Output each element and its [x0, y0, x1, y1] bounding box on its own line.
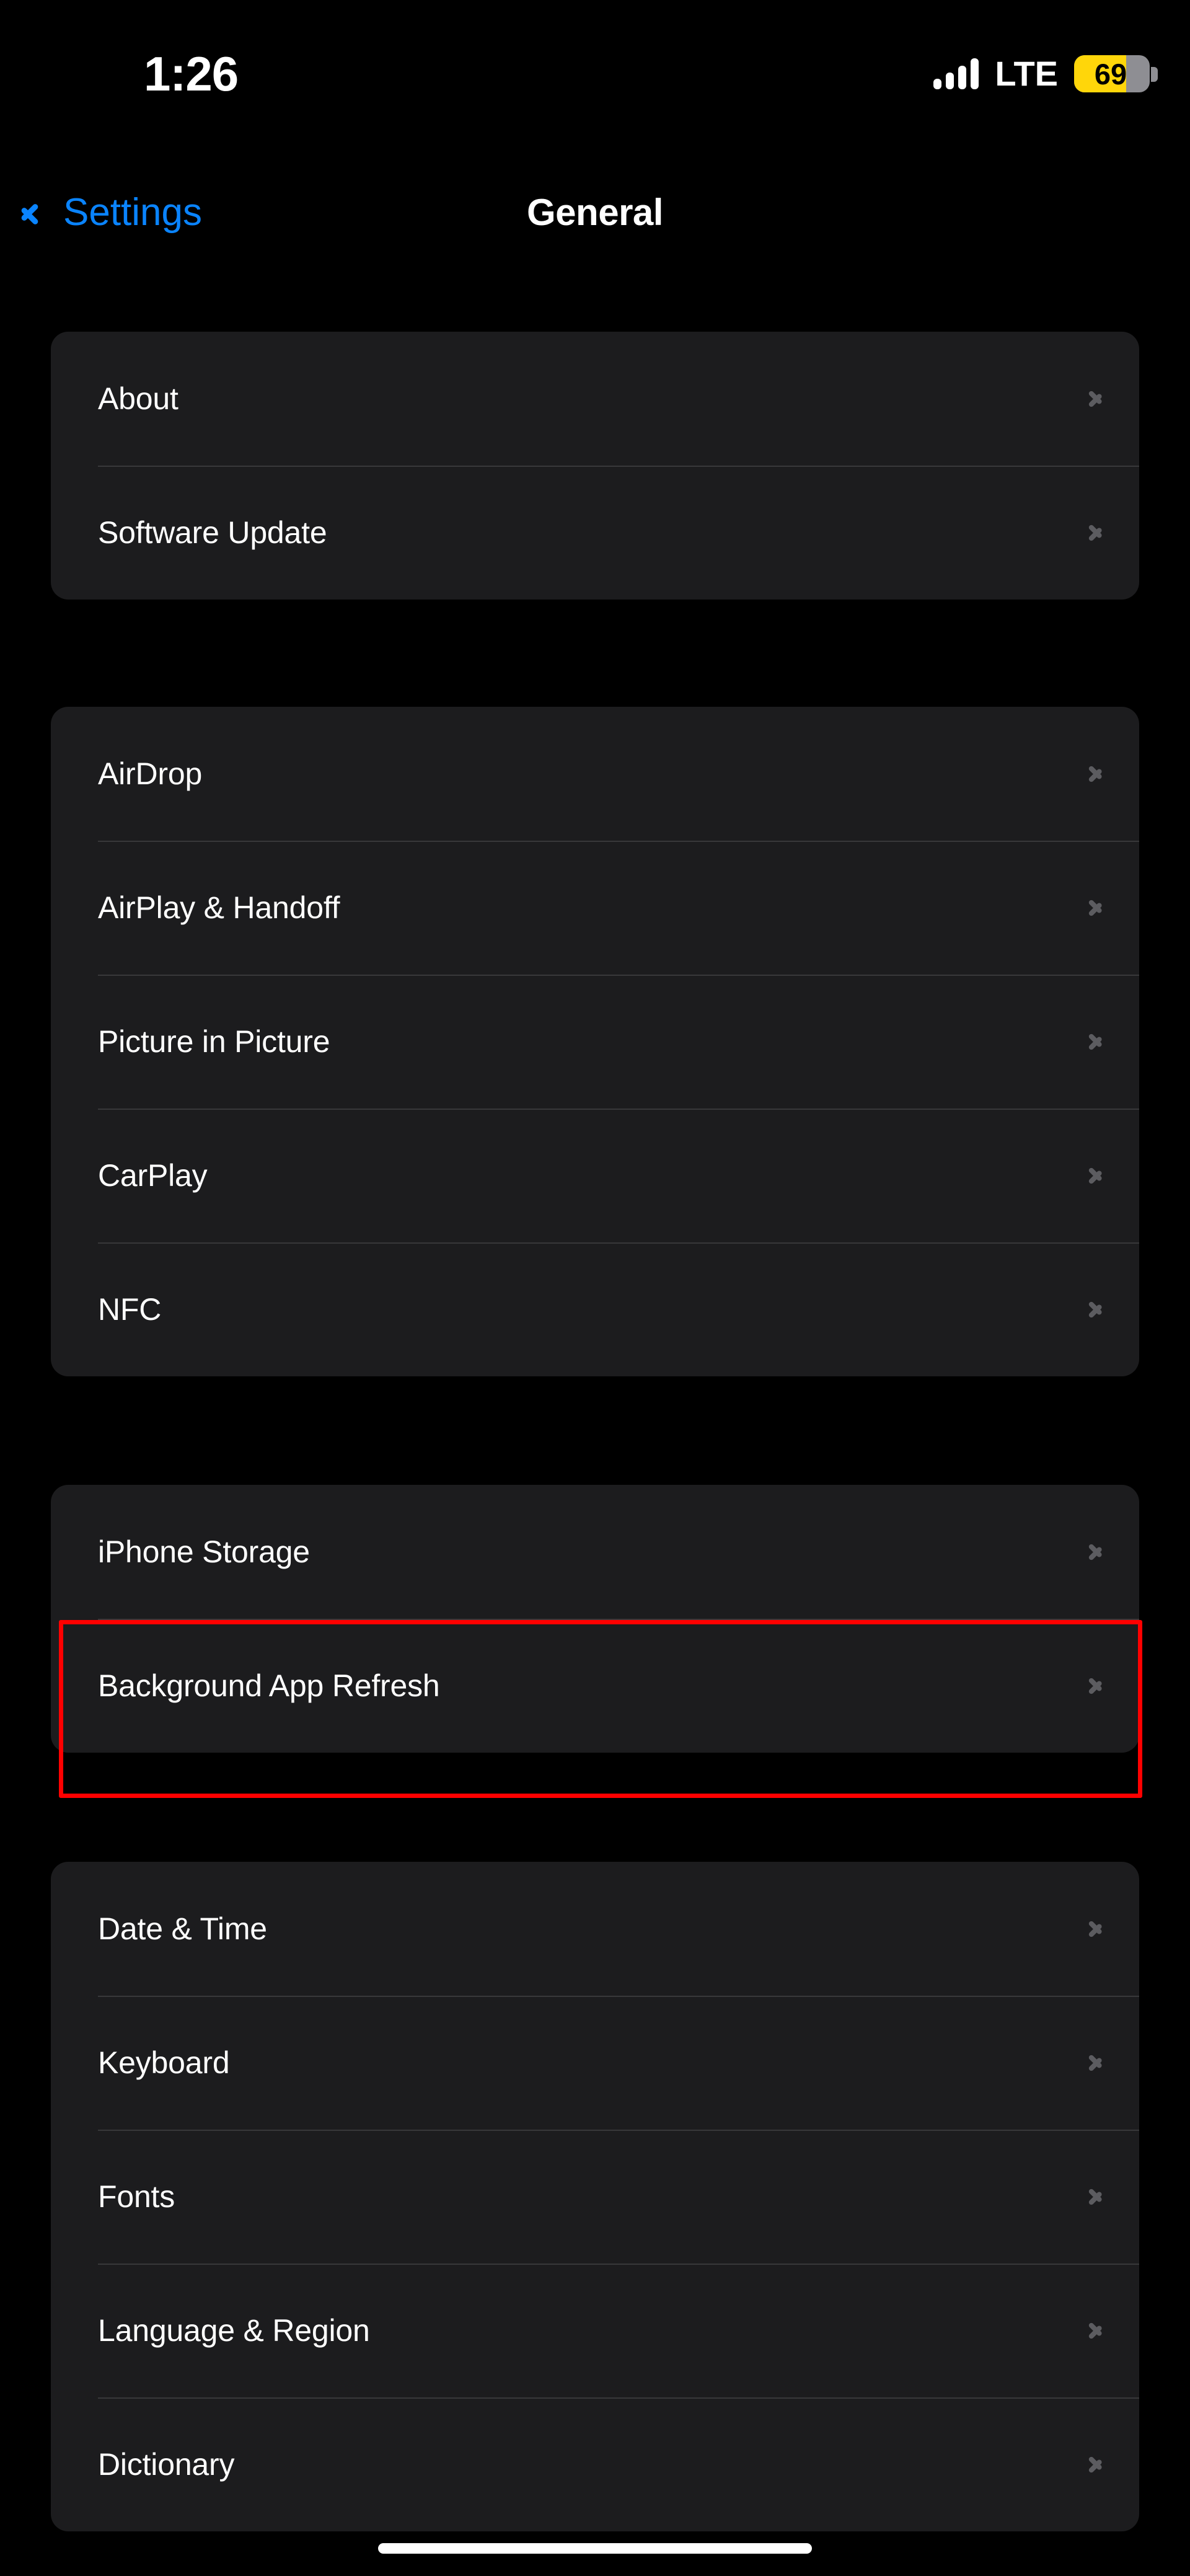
chevron-left-icon: [33, 193, 55, 232]
chevron-right-icon: [1088, 1295, 1103, 1324]
cellular-signal-icon: [933, 58, 979, 89]
settings-row-label: Keyboard: [98, 2045, 230, 2080]
settings-group-1: About Software Update: [51, 332, 1139, 600]
battery-percent-label: 69: [1094, 57, 1127, 91]
chevron-right-icon: [1088, 1914, 1103, 1943]
chevron-right-icon: [1088, 1538, 1103, 1566]
battery-icon: 69: [1074, 55, 1158, 92]
settings-row-label: Dictionary: [98, 2447, 235, 2482]
settings-row-picture-in-picture[interactable]: Picture in Picture: [51, 975, 1139, 1109]
chevron-right-icon: [1088, 2048, 1103, 2077]
home-indicator[interactable]: [378, 2543, 812, 2554]
status-bar: 1:26 LTE 69: [0, 0, 1190, 143]
settings-row-label: iPhone Storage: [98, 1534, 310, 1569]
status-bar-clock: 1:26: [144, 46, 239, 101]
navigation-bar: Settings General: [0, 170, 1190, 254]
settings-row-background-app-refresh[interactable]: Background App Refresh: [51, 1619, 1139, 1753]
settings-row-iphone-storage[interactable]: iPhone Storage: [51, 1485, 1139, 1619]
settings-row-dictionary[interactable]: Dictionary: [51, 2397, 1139, 2531]
settings-row-date-time[interactable]: Date & Time: [51, 1862, 1139, 1996]
settings-row-about[interactable]: About: [51, 332, 1139, 466]
settings-group-4: Date & Time Keyboard Fonts Language & Re…: [51, 1862, 1139, 2531]
settings-row-label: NFC: [98, 1292, 162, 1327]
iphone-screen: 1:26 LTE 69 Settings General About Softw…: [0, 0, 1190, 2576]
settings-row-label: Language & Region: [98, 2313, 370, 2348]
settings-row-carplay[interactable]: CarPlay: [51, 1109, 1139, 1242]
chevron-right-icon: [1088, 518, 1103, 547]
chevron-right-icon: [1088, 2182, 1103, 2211]
settings-row-label: Picture in Picture: [98, 1024, 330, 1059]
settings-row-label: Date & Time: [98, 1911, 267, 1946]
settings-row-nfc[interactable]: NFC: [51, 1242, 1139, 1376]
settings-row-keyboard[interactable]: Keyboard: [51, 1996, 1139, 2130]
settings-row-label: AirDrop: [98, 756, 203, 791]
chevron-right-icon: [1088, 759, 1103, 788]
settings-row-label: AirPlay & Handoff: [98, 890, 340, 925]
settings-row-label: Fonts: [98, 2179, 175, 2214]
settings-row-software-update[interactable]: Software Update: [51, 466, 1139, 600]
settings-row-airplay-handoff[interactable]: AirPlay & Handoff: [51, 841, 1139, 975]
battery-tip: [1151, 67, 1158, 82]
settings-group-2: AirDrop AirPlay & Handoff Picture in Pic…: [51, 707, 1139, 1376]
settings-row-language-region[interactable]: Language & Region: [51, 2264, 1139, 2397]
settings-row-fonts[interactable]: Fonts: [51, 2130, 1139, 2264]
chevron-right-icon: [1088, 1671, 1103, 1700]
settings-list[interactable]: About Software Update AirDrop AirPlay & …: [0, 254, 1190, 2576]
carrier-network-label: LTE: [995, 54, 1058, 93]
chevron-right-icon: [1088, 2450, 1103, 2479]
chevron-right-icon: [1088, 1027, 1103, 1056]
back-button[interactable]: Settings: [25, 170, 211, 254]
chevron-right-icon: [1088, 893, 1103, 922]
back-button-label: Settings: [63, 190, 203, 234]
settings-group-3: iPhone Storage Background App Refresh: [51, 1485, 1139, 1753]
settings-row-label: Software Update: [98, 515, 327, 550]
settings-row-airdrop[interactable]: AirDrop: [51, 707, 1139, 841]
chevron-right-icon: [1088, 384, 1103, 413]
settings-row-label: Background App Refresh: [98, 1668, 440, 1703]
chevron-right-icon: [1088, 1161, 1103, 1190]
settings-row-label: About: [98, 381, 178, 416]
chevron-right-icon: [1088, 2316, 1103, 2345]
settings-row-label: CarPlay: [98, 1158, 208, 1193]
status-bar-indicators: LTE 69: [933, 51, 1158, 97]
